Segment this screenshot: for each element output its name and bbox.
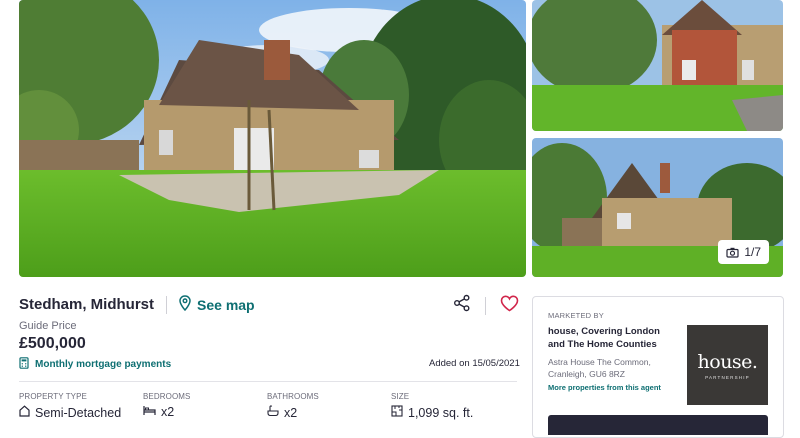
bedrooms: BEDROOMS x2 [143, 392, 190, 419]
size: SIZE 1,099 sq. ft. [391, 392, 473, 420]
bathrooms-value: x2 [284, 405, 298, 420]
main-photo[interactable] [19, 0, 526, 277]
contact-agent-button[interactable] [548, 415, 768, 435]
bedrooms-label: BEDROOMS [143, 392, 191, 401]
agent-logo-subtext: PARTNERSHIP [705, 374, 750, 380]
gallery-photo-2[interactable] [532, 0, 783, 131]
mortgage-link-label: Monthly mortgage payments [35, 359, 172, 370]
gallery-photo-3[interactable]: 1/7 [532, 138, 783, 277]
bathrooms-label: BATHROOMS [267, 392, 319, 401]
listing-location: Stedham, Midhurst [19, 296, 155, 313]
size-value: 1,099 sq. ft. [408, 405, 474, 420]
more-properties-link[interactable]: More properties from this agent [548, 383, 661, 392]
divider [485, 296, 486, 315]
added-on-date: Added on 15/05/2021 [429, 358, 520, 369]
agent-name[interactable]: house, Covering London and The Home Coun… [548, 326, 673, 351]
property-type-value: Semi-Detached [35, 405, 122, 420]
bath-icon [267, 405, 279, 420]
listing-price: £500,000 [19, 335, 86, 352]
house-icon [19, 405, 30, 420]
ruler-icon [391, 405, 403, 420]
see-map-label: See map [197, 296, 255, 313]
size-label: SIZE [391, 392, 410, 401]
photo-counter[interactable]: 1/7 [718, 240, 769, 264]
camera-icon [726, 247, 739, 258]
guide-price-label: Guide Price [19, 320, 77, 332]
share-icon[interactable] [453, 294, 471, 317]
listing-header: Stedham, Midhurst See map [19, 295, 255, 314]
divider [19, 381, 517, 382]
agent-logo[interactable]: house. PARTNERSHIP [687, 325, 768, 405]
heart-icon[interactable] [500, 294, 519, 317]
bathrooms: BATHROOMS x2 [267, 392, 319, 420]
see-map-link[interactable]: See map [179, 295, 255, 314]
bedrooms-value: x2 [161, 405, 175, 419]
divider [166, 295, 168, 314]
mortgage-payments-link[interactable]: Monthly mortgage payments [19, 357, 171, 372]
agent-logo-wordmark: house. [697, 350, 758, 373]
map-pin-icon [179, 295, 191, 314]
agent-address: Astra House The Common, Cranleigh, GU6 8… [548, 357, 651, 379]
agent-card: MARKETED BY house, Covering London and T… [532, 296, 784, 438]
calculator-icon [19, 357, 29, 372]
property-type: PROPERTY TYPE Semi-Detached [19, 392, 121, 420]
photo-counter-text: 1/7 [744, 245, 761, 259]
bed-icon [143, 405, 156, 419]
marketed-by-label: MARKETED BY [548, 311, 604, 320]
property-type-label: PROPERTY TYPE [19, 392, 87, 401]
listing-actions [453, 294, 519, 317]
